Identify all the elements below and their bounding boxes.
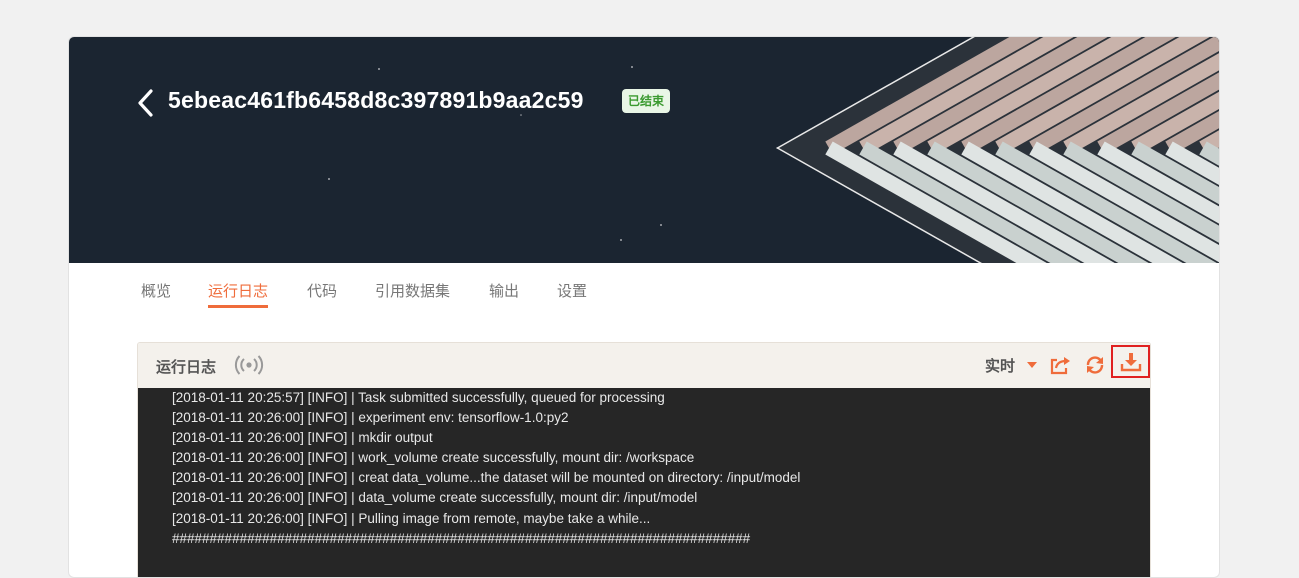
tab-output[interactable]: 输出 [489,280,519,301]
log-panel-title: 运行日志 [156,358,217,376]
tab-settings[interactable]: 设置 [557,280,587,301]
log-line: [2018-01-11 20:26:00] [INFO] | Pulling i… [172,511,651,526]
log-panel: 运行日志 实时 [2018-01-11 20:25:57] [INFO] | T… [137,342,1151,577]
log-line: [2018-01-11 20:26:00] [INFO] | mkdir out… [172,430,433,445]
log-toolbar: 运行日志 实时 [138,343,1150,388]
tab-code[interactable]: 代码 [307,280,337,301]
download-button[interactable] [1111,345,1150,378]
tab-overview[interactable]: 概览 [141,280,171,301]
caret-down-icon[interactable] [1027,362,1037,368]
broadcast-icon [234,355,264,375]
back-chevron-icon[interactable] [135,88,157,118]
log-line: [2018-01-11 20:26:00] [INFO] | creat dat… [172,470,801,485]
realtime-mode-dropdown[interactable]: 实时 [985,355,1015,376]
log-line: [2018-01-11 20:26:00] [INFO] | experimen… [172,410,569,425]
tab-run-log[interactable]: 运行日志 [208,280,269,308]
log-line: [2018-01-11 20:25:57] [INFO] | Task subm… [172,390,665,405]
job-detail-card: 5ebeac461fb6458d8c397891b9aa2c59 已结束 概览 … [68,36,1220,578]
share-icon[interactable] [1049,354,1071,376]
status-badge: 已结束 [622,89,671,113]
log-line: [2018-01-11 20:26:00] [INFO] | work_volu… [172,450,695,465]
header-banner: 5ebeac461fb6458d8c397891b9aa2c59 已结束 [69,37,1219,263]
refresh-icon[interactable] [1084,354,1106,376]
tab-datasets[interactable]: 引用数据集 [375,280,450,301]
log-line: ########################################… [172,531,751,546]
log-output: [2018-01-11 20:25:57] [INFO] | Task subm… [138,388,1150,577]
banner-architecture-image [328,37,1219,263]
job-title: 5ebeac461fb6458d8c397891b9aa2c59 [168,87,584,113]
download-icon [1120,353,1142,372]
log-line: [2018-01-11 20:26:00] [INFO] | data_volu… [172,490,698,505]
